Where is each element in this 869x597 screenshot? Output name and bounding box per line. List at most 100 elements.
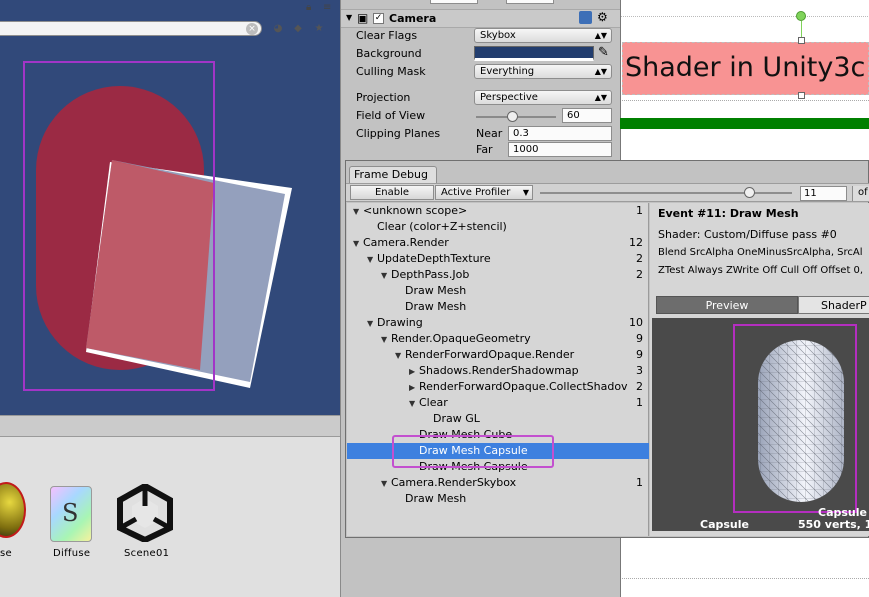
asset-shader-thumbnail[interactable]: S: [50, 486, 92, 542]
project-search-input[interactable]: [0, 21, 262, 36]
far-label: Far: [476, 143, 493, 156]
event-row[interactable]: ▶ Shadows.RenderShadowmap 3: [347, 363, 649, 379]
resize-handle-bottom[interactable]: [798, 92, 805, 99]
collapse-arrow-icon[interactable]: ▶: [409, 364, 419, 380]
projection-dropdown[interactable]: Perspective ▲▼: [474, 90, 612, 105]
shader-s-glyph: S: [62, 499, 79, 527]
preview-mesh-label: Capsule: [700, 518, 749, 531]
inspector-top-field: [506, 0, 554, 4]
event-label: DepthPass.Job: [391, 268, 470, 281]
near-value-field[interactable]: 0.3: [508, 126, 612, 141]
event-row[interactable]: ▼ DepthPass.Job 2: [347, 267, 649, 283]
expand-arrow-icon[interactable]: ▼: [367, 316, 377, 332]
clipping-planes-label: Clipping Planes: [356, 127, 441, 140]
enabled-checkbox[interactable]: ✓: [373, 13, 384, 24]
collapse-arrow-icon[interactable]: ▶: [409, 380, 419, 396]
event-row[interactable]: ▼ Render.OpaqueGeometry 9: [347, 331, 649, 347]
expand-arrow-icon[interactable]: ▼: [353, 204, 363, 220]
event-row[interactable]: ▼ Clear 1: [347, 395, 649, 411]
dropdown-arrow-icon: ▼: [522, 188, 529, 197]
preview-tab[interactable]: Preview: [656, 296, 798, 314]
help-book-icon[interactable]: [579, 11, 592, 24]
event-row[interactable]: Clear (color+Z+stencil): [347, 219, 649, 235]
scene-view[interactable]: [0, 0, 340, 415]
background-color-swatch[interactable]: [474, 46, 594, 61]
event-number-field[interactable]: 11: [800, 186, 847, 201]
event-label: Camera.Render: [363, 236, 449, 249]
event-label: Draw GL: [433, 412, 480, 425]
expand-arrow-icon[interactable]: ▼: [381, 268, 391, 284]
lock-icon[interactable]: 🔒︎: [306, 2, 311, 13]
active-profiler-dropdown[interactable]: Active Profiler ▼: [435, 185, 533, 200]
event-row[interactable]: ▼ UpdateDepthTexture 2: [347, 251, 649, 267]
scene-canvas[interactable]: [0, 0, 340, 415]
expand-arrow-icon[interactable]: ▼: [381, 476, 391, 492]
component-header[interactable]: ▼ ▣ ✓ Camera ⚙: [341, 9, 620, 28]
asset-label: Scene01: [124, 548, 170, 559]
event-label: Render.OpaqueGeometry: [391, 332, 531, 345]
dropdown-arrow-icon: ▲▼: [594, 93, 607, 102]
rotate-handle[interactable]: [796, 11, 806, 21]
event-row[interactable]: Draw Mesh: [347, 283, 649, 299]
event-row[interactable]: ▼ Camera.Render 12: [347, 235, 649, 251]
event-count: 9: [636, 348, 643, 361]
fov-value-field[interactable]: 60: [562, 108, 612, 123]
event-row[interactable]: ▼ Drawing 10: [347, 315, 649, 331]
event-row[interactable]: ▼ <unknown scope> 1: [347, 203, 649, 219]
foldout-arrow-icon[interactable]: ▼: [346, 13, 352, 22]
event-label: UpdateDepthTexture: [377, 252, 491, 265]
camera-icon: ▣: [357, 11, 369, 25]
culling-mask-value: Everything: [480, 66, 535, 77]
event-count: 2: [636, 268, 643, 281]
expand-arrow-icon[interactable]: ▼: [353, 236, 363, 252]
event-row[interactable]: Draw Mesh: [347, 491, 649, 507]
far-value-field[interactable]: 1000: [508, 142, 612, 157]
fov-slider-thumb[interactable]: [507, 111, 518, 122]
expand-arrow-icon[interactable]: ▼: [395, 348, 405, 364]
culling-mask-dropdown[interactable]: Everything ▲▼: [474, 64, 612, 79]
dotted-separator: [622, 578, 869, 579]
event-row[interactable]: ▼ RenderForwardOpaque.Render 9: [347, 347, 649, 363]
eyedropper-icon[interactable]: ✎: [598, 45, 609, 60]
event-row[interactable]: ▶ RenderForwardOpaque.CollectShadov 2: [347, 379, 649, 395]
clear-search-icon[interactable]: ×: [246, 23, 258, 35]
event-row[interactable]: Draw GL: [347, 411, 649, 427]
event-label: Camera.RenderSkybox: [391, 476, 517, 489]
expand-arrow-icon[interactable]: ▼: [409, 396, 419, 412]
shader-info: Shader: Custom/Diffuse pass #0: [658, 228, 837, 241]
enable-button[interactable]: Enable: [350, 185, 434, 200]
event-count: 2: [636, 252, 643, 265]
event-label: <unknown scope>: [363, 204, 468, 217]
project-toolbar: [0, 416, 340, 437]
event-label: Drawing: [377, 316, 423, 329]
expand-arrow-icon[interactable]: ▼: [367, 252, 377, 268]
panel-menu-icon[interactable]: ≡: [323, 2, 331, 13]
event-row[interactable]: Draw Mesh: [347, 299, 649, 315]
blend-state: Blend SrcAlpha OneMinusSrcAlpha, SrcAl: [658, 247, 863, 258]
filter-by-label-icon[interactable]: ◆: [290, 22, 306, 36]
profiler-label: Active Profiler: [441, 187, 511, 198]
unity-scene-icon[interactable]: [116, 482, 174, 544]
event-count: 12: [629, 236, 643, 249]
inspector-top-field: [430, 0, 478, 4]
event-label: Shadows.RenderShadowmap: [419, 364, 579, 377]
shader-properties-tab[interactable]: ShaderP: [798, 296, 869, 314]
frame-debug-tab[interactable]: Frame Debug: [349, 166, 437, 183]
event-row[interactable]: ▼ Camera.RenderSkybox 1: [347, 475, 649, 491]
banner-heading: Shader in Unity3c: [625, 52, 866, 83]
ztest-state: ZTest Always ZWrite Off Cull Off Offset …: [658, 265, 864, 276]
gear-icon[interactable]: ⚙: [597, 10, 608, 24]
green-bar: [620, 118, 869, 129]
filter-by-type-icon[interactable]: ◕: [270, 22, 286, 36]
event-label: Draw Mesh: [405, 284, 467, 297]
dropdown-arrow-icon: ▲▼: [594, 31, 607, 40]
dotted-separator: [622, 100, 869, 101]
clear-flags-dropdown[interactable]: Skybox ▲▼: [474, 28, 612, 43]
resize-handle-top[interactable]: [798, 37, 805, 44]
favorite-star-icon[interactable]: ★: [311, 22, 327, 36]
event-label: RenderForwardOpaque.CollectShadov: [419, 380, 628, 393]
expand-arrow-icon[interactable]: ▼: [381, 332, 391, 348]
event-label: Draw Mesh: [405, 492, 467, 505]
near-label: Near: [476, 127, 503, 140]
event-label: RenderForwardOpaque.Render: [405, 348, 575, 361]
